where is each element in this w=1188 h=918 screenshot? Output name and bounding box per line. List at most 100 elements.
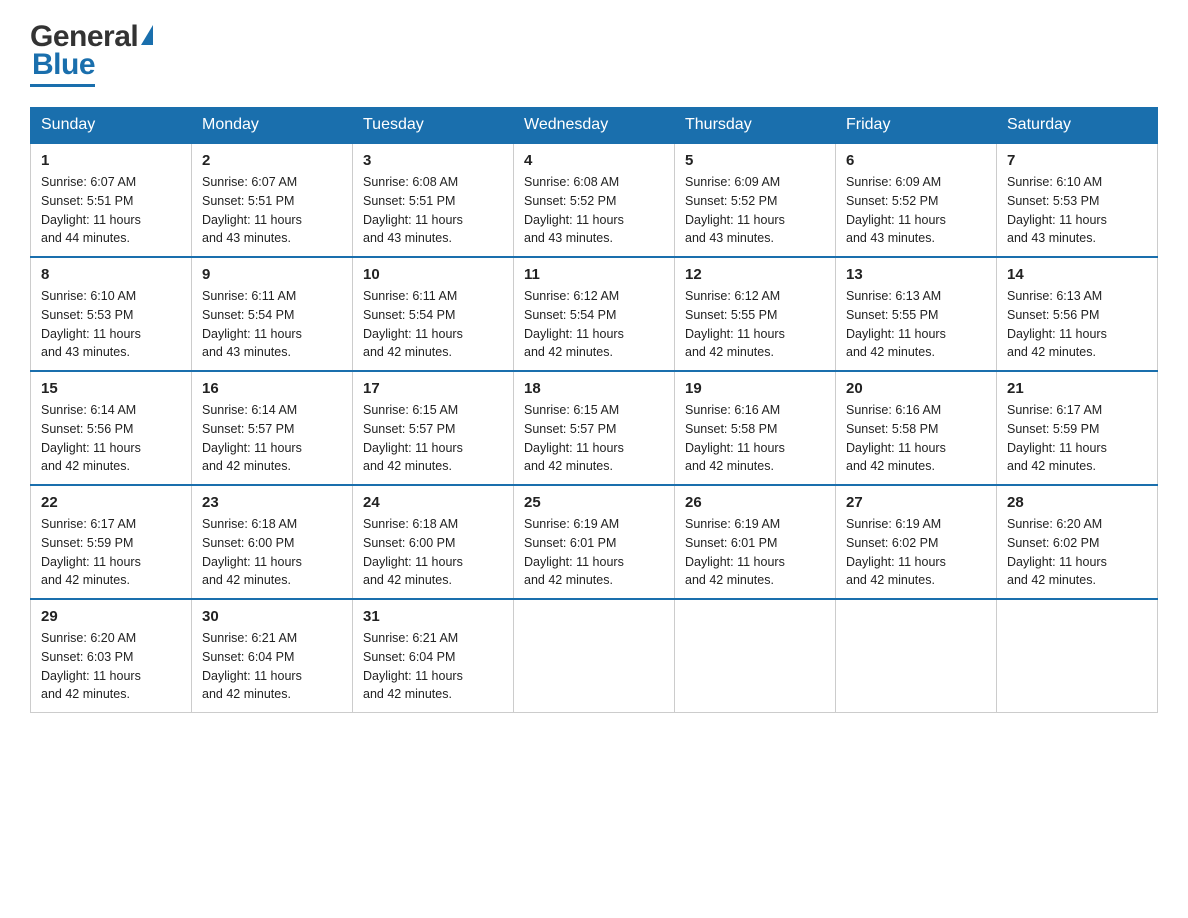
calendar-cell: 17 Sunrise: 6:15 AMSunset: 5:57 PMDayligh…	[353, 371, 514, 485]
day-number: 6	[846, 152, 986, 169]
day-number: 30	[202, 608, 342, 625]
calendar-week-row: 29Sunrise: 6:20 AMSunset: 6:03 PMDayligh…	[31, 599, 1158, 713]
day-header-sunday: Sunday	[31, 108, 192, 144]
day-number: 28	[1007, 494, 1147, 511]
calendar-header-row: SundayMondayTuesdayWednesdayThursdayFrid…	[31, 108, 1158, 144]
day-info: Sunrise: 6:16 AMSunset: 5:58 PMDaylight:…	[685, 401, 825, 476]
calendar-cell: 30 Sunrise: 6:21 AMSunset: 6:04 PMDayligh…	[192, 599, 353, 713]
day-number: 17	[363, 380, 503, 397]
day-number: 4	[524, 152, 664, 169]
calendar-cell: 7 Sunrise: 6:10 AMSunset: 5:53 PMDaylight…	[997, 143, 1158, 257]
calendar-week-row: 22 Sunrise: 6:17 AMSunset: 5:59 PMDayligh…	[31, 485, 1158, 599]
day-info: Sunrise: 6:11 AMSunset: 5:54 PMDaylight:…	[202, 287, 342, 362]
calendar-cell	[514, 599, 675, 713]
calendar-cell: 3 Sunrise: 6:08 AMSunset: 5:51 PMDaylight…	[353, 143, 514, 257]
day-number: 27	[846, 494, 986, 511]
calendar-cell: 8 Sunrise: 6:10 AMSunset: 5:53 PMDaylight…	[31, 257, 192, 371]
day-info: Sunrise: 6:21 AMSunset: 6:04 PMDaylight:…	[363, 629, 503, 704]
calendar-week-row: 15 Sunrise: 6:14 AMSunset: 5:56 PMDayligh…	[31, 371, 1158, 485]
day-info: Sunrise: 6:21 AMSunset: 6:04 PMDaylight:…	[202, 629, 342, 704]
day-info: Sunrise: 6:19 AMSunset: 6:01 PMDaylight:…	[685, 515, 825, 590]
day-info: Sunrise: 6:10 AMSunset: 5:53 PMDaylight:…	[41, 287, 181, 362]
day-info: Sunrise: 6:13 AMSunset: 5:55 PMDaylight:…	[846, 287, 986, 362]
calendar-cell: 28 Sunrise: 6:20 AMSunset: 6:02 PMDayligh…	[997, 485, 1158, 599]
logo: General Blue	[30, 20, 156, 87]
calendar-cell: 14 Sunrise: 6:13 AMSunset: 5:56 PMDayligh…	[997, 257, 1158, 371]
day-number: 23	[202, 494, 342, 511]
day-number: 31	[363, 608, 503, 625]
calendar-cell: 6 Sunrise: 6:09 AMSunset: 5:52 PMDaylight…	[836, 143, 997, 257]
day-number: 7	[1007, 152, 1147, 169]
day-number: 2	[202, 152, 342, 169]
day-number: 18	[524, 380, 664, 397]
calendar-week-row: 1 Sunrise: 6:07 AMSunset: 5:51 PMDaylight…	[31, 143, 1158, 257]
day-info: Sunrise: 6:07 AMSunset: 5:51 PMDaylight:…	[41, 173, 181, 248]
day-info: Sunrise: 6:09 AMSunset: 5:52 PMDaylight:…	[685, 173, 825, 248]
day-header-wednesday: Wednesday	[514, 108, 675, 144]
day-number: 12	[685, 266, 825, 283]
calendar-cell: 15 Sunrise: 6:14 AMSunset: 5:56 PMDayligh…	[31, 371, 192, 485]
day-info: Sunrise: 6:12 AMSunset: 5:55 PMDaylight:…	[685, 287, 825, 362]
day-number: 21	[1007, 380, 1147, 397]
day-info: Sunrise: 6:20 AMSunset: 6:02 PMDaylight:…	[1007, 515, 1147, 590]
calendar-cell: 22 Sunrise: 6:17 AMSunset: 5:59 PMDayligh…	[31, 485, 192, 599]
calendar-cell: 5 Sunrise: 6:09 AMSunset: 5:52 PMDaylight…	[675, 143, 836, 257]
calendar-cell: 29Sunrise: 6:20 AMSunset: 6:03 PMDayligh…	[31, 599, 192, 713]
calendar-cell: 1 Sunrise: 6:07 AMSunset: 5:51 PMDaylight…	[31, 143, 192, 257]
day-number: 9	[202, 266, 342, 283]
day-info: Sunrise: 6:14 AMSunset: 5:56 PMDaylight:…	[41, 401, 181, 476]
day-info: Sunrise: 6:10 AMSunset: 5:53 PMDaylight:…	[1007, 173, 1147, 248]
day-number: 5	[685, 152, 825, 169]
day-header-saturday: Saturday	[997, 108, 1158, 144]
day-info: Sunrise: 6:19 AMSunset: 6:02 PMDaylight:…	[846, 515, 986, 590]
day-info: Sunrise: 6:16 AMSunset: 5:58 PMDaylight:…	[846, 401, 986, 476]
day-number: 13	[846, 266, 986, 283]
calendar-cell	[836, 599, 997, 713]
day-header-monday: Monday	[192, 108, 353, 144]
day-number: 16	[202, 380, 342, 397]
calendar-cell: 11Sunrise: 6:12 AMSunset: 5:54 PMDayligh…	[514, 257, 675, 371]
calendar-table: SundayMondayTuesdayWednesdayThursdayFrid…	[30, 107, 1158, 713]
day-number: 19	[685, 380, 825, 397]
calendar-cell	[997, 599, 1158, 713]
day-number: 15	[41, 380, 181, 397]
day-number: 8	[41, 266, 181, 283]
day-info: Sunrise: 6:15 AMSunset: 5:57 PMDaylight:…	[363, 401, 503, 476]
day-info: Sunrise: 6:09 AMSunset: 5:52 PMDaylight:…	[846, 173, 986, 248]
day-info: Sunrise: 6:07 AMSunset: 5:51 PMDaylight:…	[202, 173, 342, 248]
calendar-cell: 18 Sunrise: 6:15 AMSunset: 5:57 PMDayligh…	[514, 371, 675, 485]
day-number: 24	[363, 494, 503, 511]
day-number: 14	[1007, 266, 1147, 283]
day-number: 1	[41, 152, 181, 169]
day-header-thursday: Thursday	[675, 108, 836, 144]
day-info: Sunrise: 6:18 AMSunset: 6:00 PMDaylight:…	[202, 515, 342, 590]
calendar-cell: 4 Sunrise: 6:08 AMSunset: 5:52 PMDaylight…	[514, 143, 675, 257]
calendar-cell: 27 Sunrise: 6:19 AMSunset: 6:02 PMDayligh…	[836, 485, 997, 599]
logo-blue: Blue	[32, 48, 95, 82]
day-info: Sunrise: 6:17 AMSunset: 5:59 PMDaylight:…	[1007, 401, 1147, 476]
day-number: 25	[524, 494, 664, 511]
calendar-cell: 24Sunrise: 6:18 AMSunset: 6:00 PMDayligh…	[353, 485, 514, 599]
day-number: 3	[363, 152, 503, 169]
day-number: 11	[524, 266, 664, 283]
day-number: 29	[41, 608, 181, 625]
day-info: Sunrise: 6:13 AMSunset: 5:56 PMDaylight:…	[1007, 287, 1147, 362]
day-info: Sunrise: 6:19 AMSunset: 6:01 PMDaylight:…	[524, 515, 664, 590]
calendar-cell: 13 Sunrise: 6:13 AMSunset: 5:55 PMDayligh…	[836, 257, 997, 371]
day-info: Sunrise: 6:08 AMSunset: 5:51 PMDaylight:…	[363, 173, 503, 248]
calendar-cell: 12 Sunrise: 6:12 AMSunset: 5:55 PMDayligh…	[675, 257, 836, 371]
day-info: Sunrise: 6:11 AMSunset: 5:54 PMDaylight:…	[363, 287, 503, 362]
day-info: Sunrise: 6:15 AMSunset: 5:57 PMDaylight:…	[524, 401, 664, 476]
calendar-cell: 10Sunrise: 6:11 AMSunset: 5:54 PMDayligh…	[353, 257, 514, 371]
logo-triangle-icon	[141, 25, 153, 45]
calendar-cell: 25 Sunrise: 6:19 AMSunset: 6:01 PMDayligh…	[514, 485, 675, 599]
day-header-tuesday: Tuesday	[353, 108, 514, 144]
day-info: Sunrise: 6:08 AMSunset: 5:52 PMDaylight:…	[524, 173, 664, 248]
calendar-cell: 21 Sunrise: 6:17 AMSunset: 5:59 PMDayligh…	[997, 371, 1158, 485]
page-header: General Blue	[30, 20, 1158, 87]
calendar-week-row: 8 Sunrise: 6:10 AMSunset: 5:53 PMDaylight…	[31, 257, 1158, 371]
day-number: 22	[41, 494, 181, 511]
day-info: Sunrise: 6:17 AMSunset: 5:59 PMDaylight:…	[41, 515, 181, 590]
calendar-cell: 16Sunrise: 6:14 AMSunset: 5:57 PMDayligh…	[192, 371, 353, 485]
day-header-friday: Friday	[836, 108, 997, 144]
